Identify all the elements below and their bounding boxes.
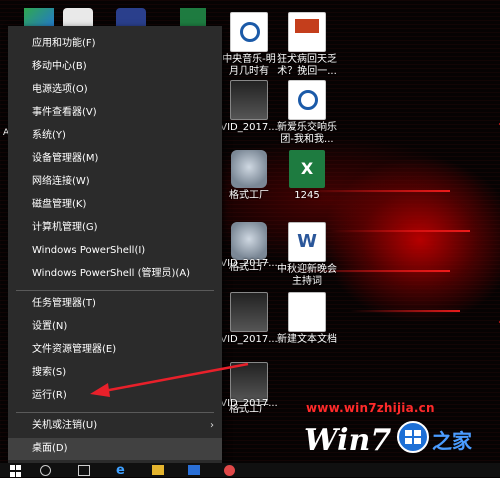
annotation-arrow-line (103, 362, 249, 393)
file-explorer-icon[interactable] (152, 465, 164, 475)
watermark-url: www.win7zhijia.cn (306, 401, 435, 415)
taskbar: e (0, 463, 500, 477)
windows-logo-icon (397, 421, 429, 453)
app-icon[interactable] (224, 465, 235, 476)
watermark-logo: Win7 之家 (304, 421, 473, 458)
watermark-logo-suffix: 之家 (432, 429, 473, 453)
task-view-icon[interactable] (78, 465, 90, 476)
edge-browser-icon[interactable]: e (116, 464, 128, 477)
annotation-arrow-head (90, 383, 110, 397)
start-button[interactable] (10, 465, 22, 477)
watermark-logo-text: Win7 (304, 423, 391, 458)
search-icon[interactable] (40, 465, 51, 476)
store-icon[interactable] (188, 465, 200, 475)
